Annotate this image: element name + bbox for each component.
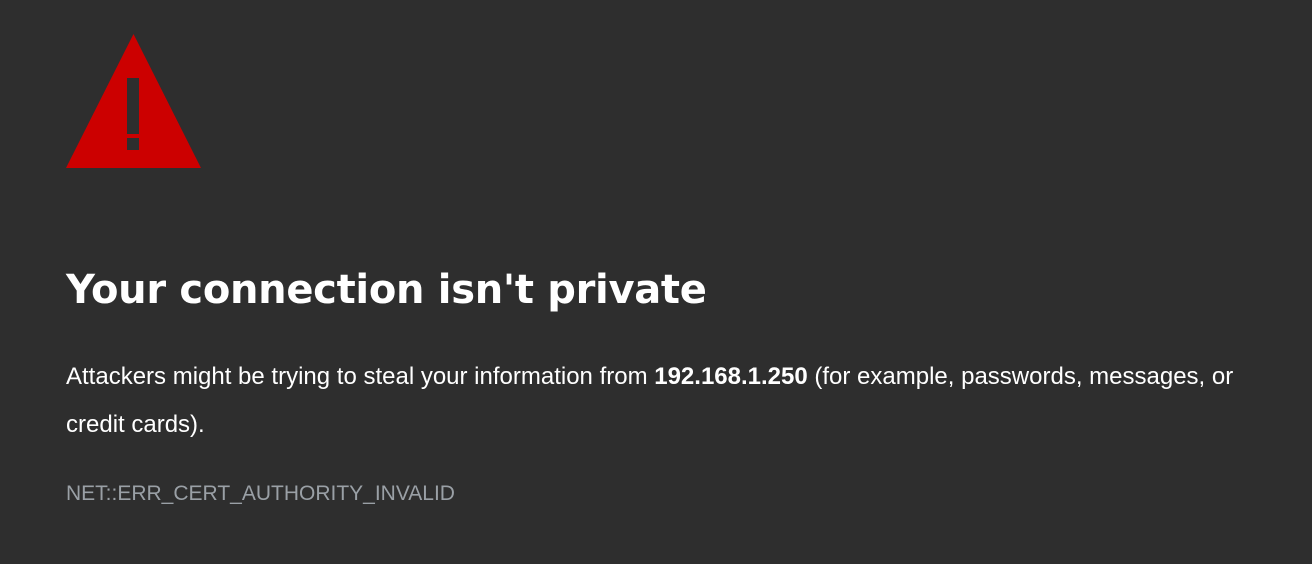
description-prefix: Attackers might be trying to steal your …: [66, 363, 655, 390]
error-code: NET::ERR_CERT_AUTHORITY_INVALID: [66, 482, 455, 505]
error-description: Attackers might be trying to steal your …: [66, 353, 1286, 449]
page-title: Your connection isn't private: [66, 267, 707, 313]
host-address: 192.168.1.250: [654, 363, 808, 390]
warning-triangle-icon: [66, 34, 201, 168]
